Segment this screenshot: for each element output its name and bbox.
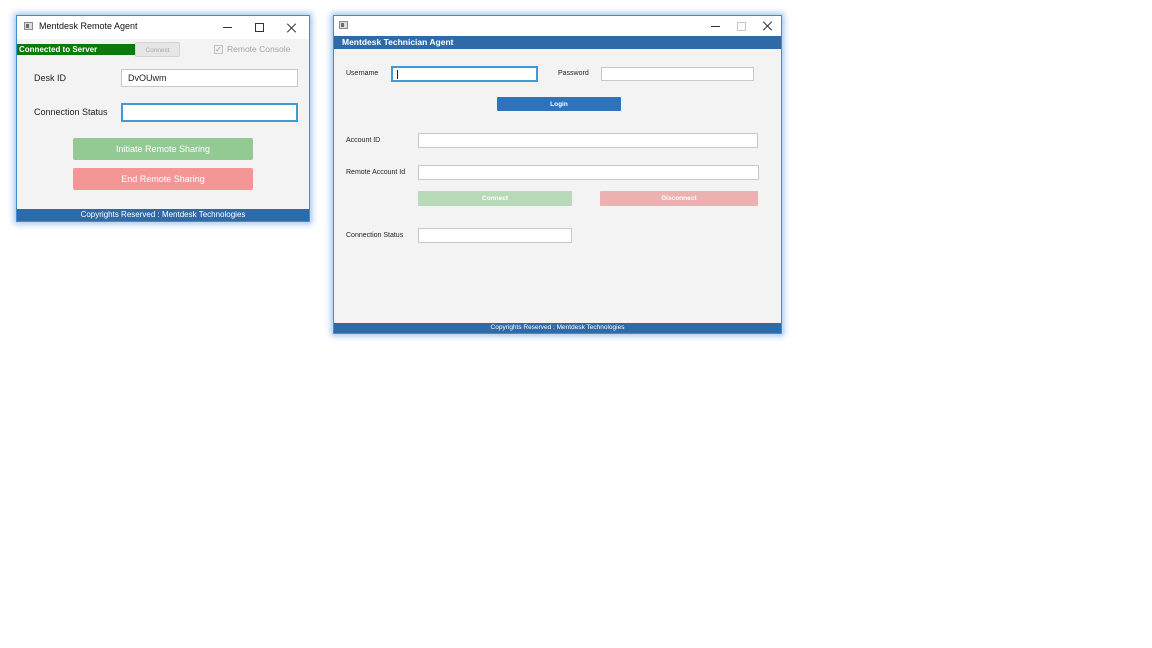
maximize-icon (254, 23, 264, 32)
server-status-indicator: Connected to Server (17, 44, 135, 55)
app-icon (339, 21, 348, 29)
maximize-icon (736, 21, 746, 31)
close-button[interactable] (277, 16, 307, 39)
remote-console-checkbox[interactable]: ✓ (214, 44, 223, 54)
technician-agent-window: Mentdesk Technician Agent Username Passw… (333, 15, 782, 334)
close-icon (763, 21, 773, 31)
password-input[interactable] (601, 67, 754, 81)
footer: Copyrights Reserved : Mentdesk Technolog… (17, 209, 309, 221)
remote-console-toggle[interactable]: ✓ Remote Console (214, 44, 290, 54)
password-label: Password (558, 70, 589, 77)
remote-console-label: Remote Console (227, 44, 291, 54)
title-bar (334, 16, 781, 36)
title-bar: Mentdesk Remote Agent (17, 16, 309, 39)
remote-account-id-input[interactable] (418, 165, 759, 180)
connection-status-label: Connection Status (34, 107, 108, 117)
connect-button[interactable]: Connect (135, 42, 180, 57)
connection-status-field[interactable] (418, 228, 572, 243)
connection-status-label: Connection Status (346, 232, 404, 239)
checkmark-icon: ✓ (215, 44, 222, 54)
remote-agent-window: Mentdesk Remote Agent Connected to Serve… (16, 15, 310, 222)
disconnect-button[interactable]: Disconnect (600, 191, 758, 206)
username-input[interactable] (391, 66, 538, 82)
window-title: Mentdesk Remote Agent (39, 21, 138, 31)
username-label: Username (346, 70, 379, 77)
initiate-remote-sharing-button[interactable]: Initiate Remote Sharing (73, 138, 253, 160)
desk-id-label: Desk ID (34, 73, 67, 83)
account-id-input[interactable] (418, 133, 758, 148)
account-id-label: Account ID (346, 137, 381, 144)
remote-account-id-label: Remote Account Id (346, 169, 406, 176)
app-header: Mentdesk Technician Agent (334, 36, 781, 49)
close-button[interactable] (753, 16, 783, 36)
minimize-button[interactable] (212, 16, 242, 39)
connect-button[interactable]: Connect (418, 191, 572, 206)
end-remote-sharing-button[interactable]: End Remote Sharing (73, 168, 253, 190)
footer: Copyrights Reserved : Mentdesk Technolog… (334, 323, 781, 333)
desk-id-value: DvOUwm (128, 73, 167, 83)
connection-status-field[interactable] (121, 103, 298, 122)
close-icon (287, 23, 297, 33)
desk-id-field[interactable]: DvOUwm (121, 69, 298, 87)
minimize-icon (710, 25, 720, 27)
app-icon (24, 22, 33, 30)
text-caret (397, 69, 398, 79)
minimize-icon (222, 27, 232, 28)
login-button[interactable]: Login (497, 97, 621, 111)
maximize-button[interactable] (244, 16, 274, 39)
maximize-button[interactable] (726, 16, 756, 36)
